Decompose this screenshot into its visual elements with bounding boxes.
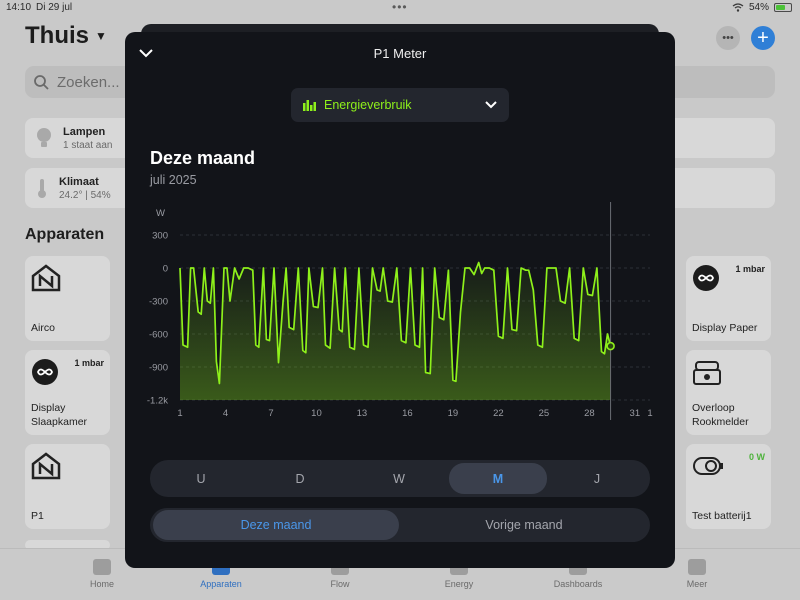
x-tick-label: 1 bbox=[177, 408, 182, 419]
battery-icon bbox=[774, 3, 792, 12]
section-title: Apparaten bbox=[25, 226, 105, 243]
more-button[interactable]: ••• bbox=[716, 26, 740, 50]
device-name: Display Slaapkamer bbox=[31, 402, 88, 428]
y-tick-label: 300 bbox=[152, 231, 168, 242]
tab-label: Meer bbox=[686, 579, 708, 589]
range-selector: U D W M J bbox=[150, 460, 650, 497]
p1-meter-modal: P1 Meter Energieverbruik Deze maand juli… bbox=[125, 32, 675, 568]
tab-label: Energy bbox=[444, 579, 474, 589]
lightbulb-icon bbox=[37, 128, 51, 147]
device-badge: 1 mbar bbox=[735, 264, 765, 274]
tab-label: Dashboards bbox=[553, 579, 603, 589]
zone-status: 1 staat aan bbox=[63, 139, 113, 151]
previous-month-button[interactable]: Vorige maand bbox=[401, 510, 647, 540]
x-tick-label: 16 bbox=[402, 408, 413, 419]
infinity-icon bbox=[693, 265, 719, 291]
battery-percent: 54% bbox=[748, 2, 769, 13]
device-card-display-slaapkamer[interactable]: 1 mbar Display Slaapkamer bbox=[25, 350, 110, 435]
add-button[interactable]: + bbox=[751, 26, 775, 50]
device-card-display-paper[interactable]: 1 mbar Display Paper bbox=[686, 256, 771, 341]
x-tick-label: 4 bbox=[223, 408, 228, 419]
x-tick-label: 28 bbox=[584, 408, 595, 419]
infinity-icon bbox=[32, 359, 58, 385]
plug-icon bbox=[693, 457, 723, 475]
y-tick-label: -300 bbox=[149, 297, 168, 308]
device-card-p1[interactable]: P1 bbox=[25, 444, 110, 529]
tab-label: Flow bbox=[330, 579, 350, 589]
range-button-u[interactable]: U bbox=[152, 463, 250, 494]
device-card-test-batterij1[interactable]: 0 W Test batterij1 bbox=[686, 444, 771, 529]
range-button-j[interactable]: J bbox=[548, 463, 646, 494]
period-title: Deze maand bbox=[150, 148, 256, 168]
search-icon bbox=[34, 75, 49, 90]
chart-cursor-point[interactable] bbox=[606, 341, 615, 351]
range-button-d[interactable]: D bbox=[251, 463, 349, 494]
x-tick-label: 19 bbox=[448, 408, 459, 419]
more-icon bbox=[688, 559, 706, 575]
page-title-text: Thuis bbox=[25, 22, 89, 49]
status-right: 54% bbox=[732, 2, 792, 13]
y-axis-unit: W bbox=[156, 208, 165, 219]
device-card-airco[interactable]: Airco bbox=[25, 256, 110, 341]
x-tick-label: 10 bbox=[311, 408, 322, 419]
device-name: P1 bbox=[31, 510, 44, 522]
status-bar: 14:10 Di 29 jul ••• 54% bbox=[0, 0, 800, 16]
tab-label: Home bbox=[89, 579, 114, 589]
this-month-button[interactable]: Deze maand bbox=[153, 510, 399, 540]
device-badge: 0 W bbox=[748, 452, 765, 462]
device-card-overloop-rookmelder[interactable]: Overloop Rookmelder bbox=[686, 350, 771, 435]
metric-selector[interactable]: Energieverbruik bbox=[291, 88, 509, 122]
page-title[interactable]: Thuis ▼ bbox=[25, 22, 107, 50]
tab-label: Apparaten bbox=[200, 579, 242, 589]
modal-title: P1 Meter bbox=[373, 46, 427, 61]
x-tick-label: 13 bbox=[357, 408, 368, 419]
zone-status: 24.2° | 54% bbox=[59, 189, 111, 201]
device-name: Overloop Rookmelder bbox=[692, 402, 749, 428]
month-selector: Deze maand Vorige maand bbox=[150, 508, 650, 542]
wifi-icon bbox=[732, 3, 744, 12]
chevron-down-icon: ▼ bbox=[95, 29, 107, 43]
y-tick-label: -900 bbox=[149, 363, 168, 374]
device-badge: 1 mbar bbox=[74, 358, 104, 368]
x-tick-label: 7 bbox=[268, 408, 273, 419]
bar-chart-icon bbox=[303, 100, 316, 111]
home-icon bbox=[93, 559, 111, 575]
y-tick-label: -600 bbox=[149, 330, 168, 341]
energy-chart[interactable]: W 300 0 -300 -600 -900 -1.2k 1 4 7 10 13 16 19 22 25 2… bbox=[140, 200, 660, 425]
y-tick-label: -1.2k bbox=[147, 396, 168, 407]
status-time: 14:10 bbox=[6, 2, 32, 13]
x-tick-label: 1 bbox=[647, 408, 652, 419]
thermometer-icon bbox=[38, 179, 46, 198]
range-button-w[interactable]: W bbox=[350, 463, 448, 494]
period-subtitle: juli 2025 bbox=[150, 173, 197, 187]
device-name: Airco bbox=[31, 322, 55, 334]
smoke-detector-icon bbox=[693, 361, 721, 385]
device-name: Test batterij1 bbox=[692, 510, 752, 522]
zone-name: Klimaat bbox=[59, 175, 99, 188]
x-tick-label: 25 bbox=[539, 408, 550, 419]
status-date: Di 29 jul bbox=[36, 2, 73, 13]
homey-icon bbox=[31, 264, 61, 292]
x-tick-label: 22 bbox=[493, 408, 504, 419]
search-placeholder: Zoeken... bbox=[57, 73, 120, 91]
x-tick-label: 31 bbox=[630, 408, 641, 419]
homey-icon bbox=[31, 452, 61, 480]
zone-name: Lampen bbox=[63, 125, 106, 138]
y-tick-label: 0 bbox=[163, 264, 168, 275]
device-name: Display Paper bbox=[692, 322, 758, 334]
range-button-m[interactable]: M bbox=[449, 463, 547, 494]
chevron-down-icon bbox=[485, 101, 497, 109]
metric-selector-label: Energieverbruik bbox=[324, 98, 412, 112]
multitask-dots-icon[interactable]: ••• bbox=[392, 0, 408, 14]
